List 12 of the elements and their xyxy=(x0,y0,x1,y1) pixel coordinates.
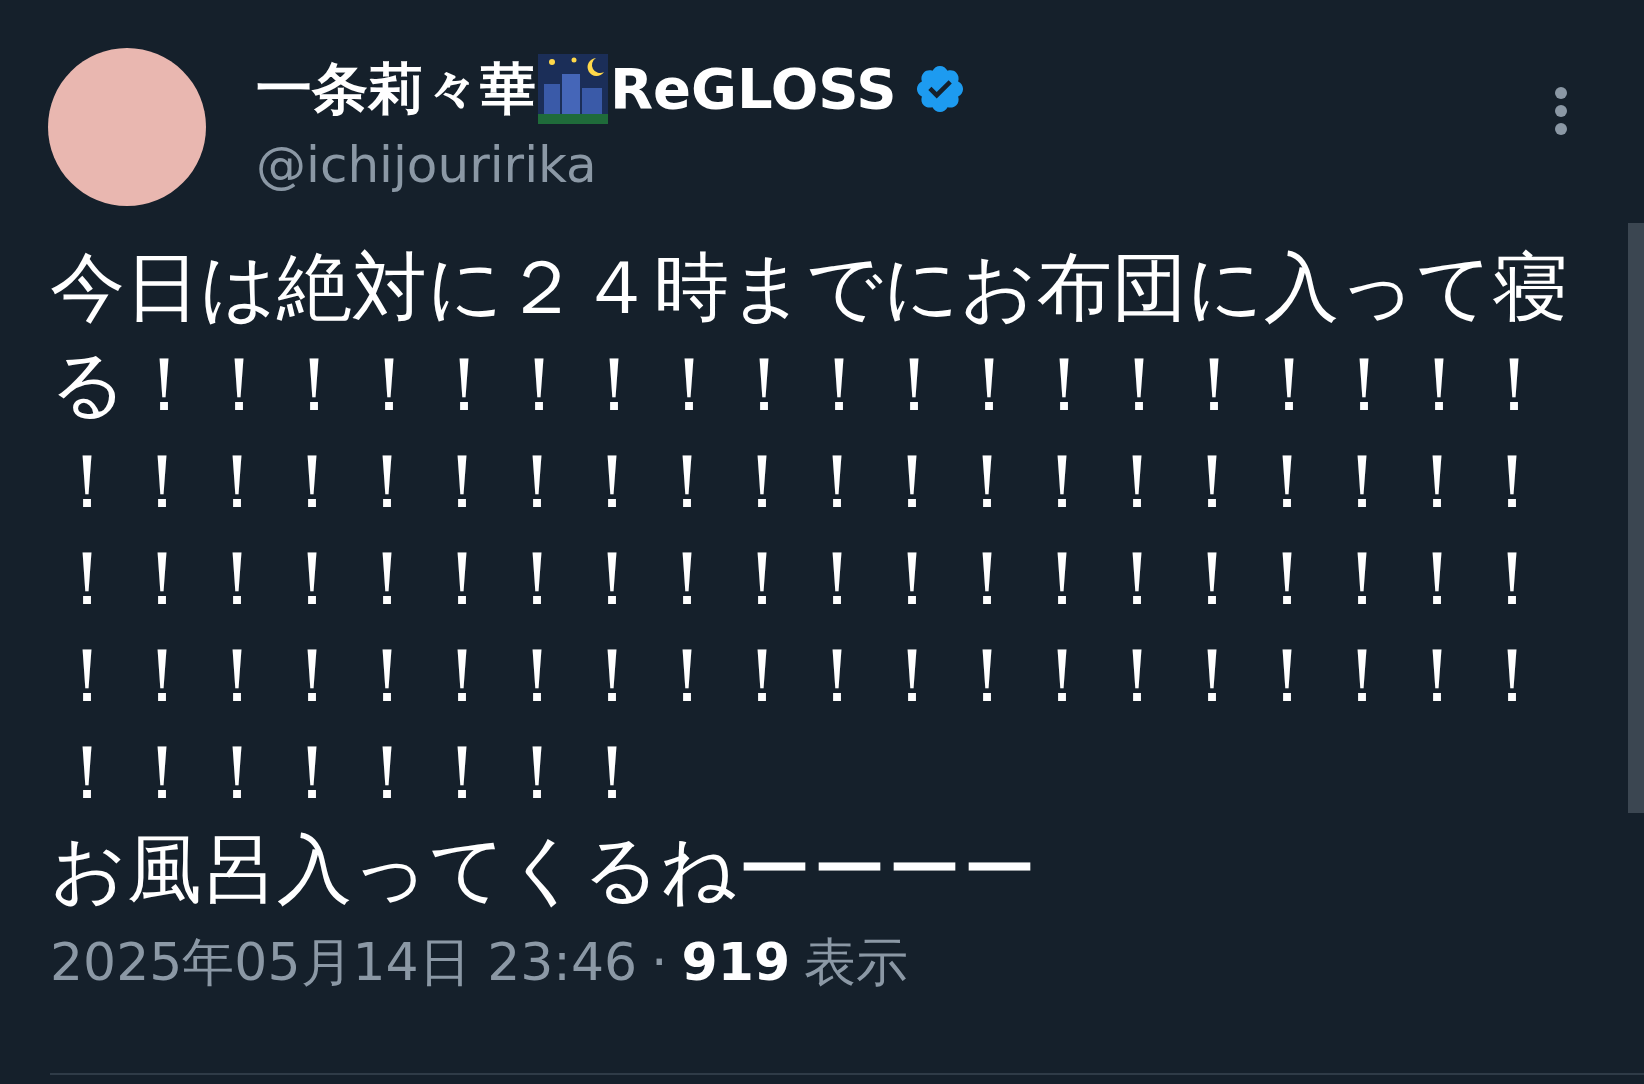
more-options-icon[interactable] xyxy=(1554,86,1568,136)
views-label: 表示 xyxy=(804,936,909,988)
post-timestamp[interactable]: 2025年05月14日 23:46 xyxy=(50,936,638,988)
author-handle[interactable]: @ichijouririka xyxy=(256,140,967,190)
city-night-icon xyxy=(538,54,608,124)
scrollbar[interactable] xyxy=(1628,223,1644,813)
tweet-text: 今日は絶対に２４時までにお布団に入って寝る！！！！！！！！！！！！！！！！！！！！！！！！！！！！！！！！！！！！！！！！！！！！！！！！！！！！！！！！！！！！！！！！！！！！！！！！！！！！！！！！！！！！！！！ xyxy=(50,242,1569,818)
author-group[interactable]: ReGLOSS xyxy=(610,61,897,117)
tweet-text: お風呂入ってくるねーーーー xyxy=(50,824,1038,915)
author-name[interactable]: 一条莉々華 xyxy=(256,61,536,117)
separator-dot: · xyxy=(651,936,668,988)
views-count: 919 xyxy=(681,936,791,988)
